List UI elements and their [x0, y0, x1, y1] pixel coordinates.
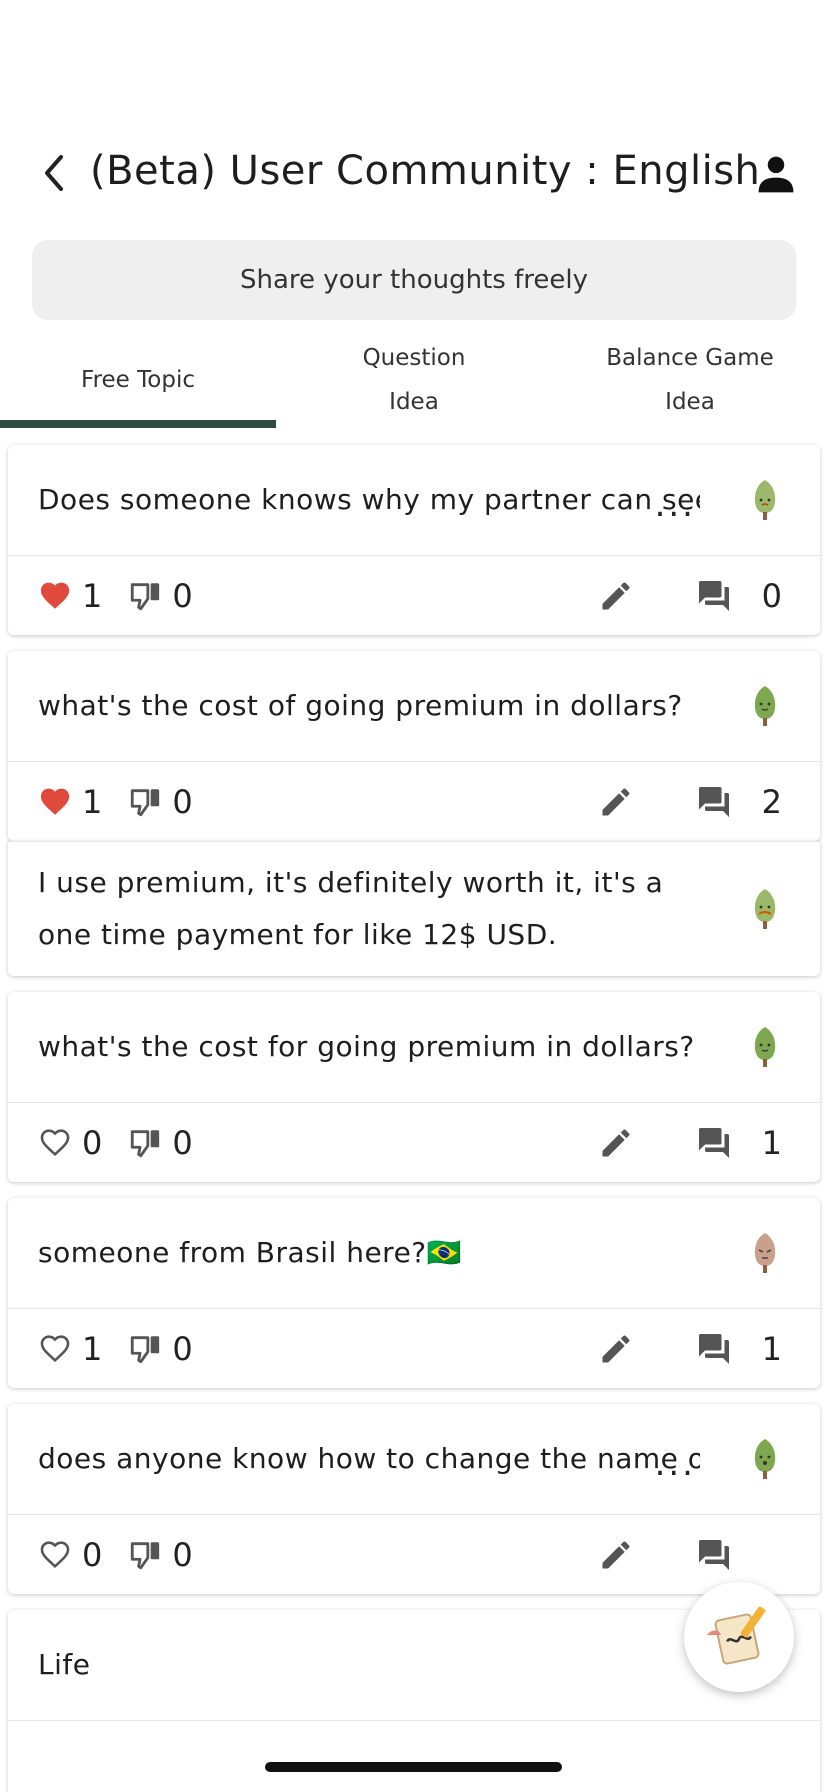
heart-outline-icon [40, 1334, 70, 1362]
like-count: 1 [82, 576, 103, 615]
reply-content[interactable]: I use premium, it's definitely worth it,… [8, 842, 820, 976]
post-ellipsis: ... [654, 485, 696, 525]
write-post-button[interactable] [684, 1582, 794, 1692]
write-note-icon [707, 1606, 766, 1665]
tree-avatar-icon [754, 480, 776, 520]
like-button[interactable]: 1 [38, 577, 102, 615]
post-text: what's the cost for going premium in dol… [38, 1030, 695, 1063]
comment-count: 1 [761, 1124, 782, 1162]
comment-icon[interactable] [696, 1125, 732, 1161]
tab-label: Question Idea [362, 345, 466, 415]
profile-button[interactable] [754, 152, 798, 196]
thumbs-down-icon [131, 582, 160, 610]
thumbs-down-icon [131, 1335, 160, 1363]
post-content[interactable]: what's the cost of going premium in doll… [8, 651, 820, 761]
heart-filled-icon [40, 788, 70, 815]
post-content[interactable]: someone from Brasil here?🇧🇷 [8, 1198, 820, 1308]
tree-avatar-icon [754, 1233, 776, 1273]
edit-pencil-icon[interactable] [598, 578, 634, 614]
post-text: Does someone knows why my partner can se… [38, 483, 700, 516]
comment-count: 0 [761, 577, 782, 615]
tree-avatar-icon [754, 686, 776, 726]
dislike-button[interactable]: 0 [128, 782, 193, 821]
heart-outline-icon [40, 1128, 70, 1156]
edit-pencil-icon[interactable] [598, 1125, 634, 1161]
dislike-button[interactable]: 0 [128, 1535, 193, 1574]
tab-label: Free Topic [81, 367, 195, 393]
heart-filled-icon [40, 582, 70, 609]
dislike-count: 0 [172, 1329, 193, 1368]
comment-icon[interactable] [696, 1537, 732, 1573]
post-actions: 1 0 0 [8, 555, 820, 635]
dislike-count: 0 [172, 782, 193, 821]
share-thoughts-label: Share your thoughts freely [240, 265, 588, 295]
comment-count: 2 [761, 783, 782, 821]
dislike-count: 0 [172, 576, 193, 615]
like-count: 0 [82, 1123, 103, 1162]
post-card[interactable]: Does someone knows why my partner can se… [8, 445, 820, 635]
post-actions [8, 1720, 820, 1792]
tree-avatar-icon [754, 1439, 776, 1479]
edit-pencil-icon[interactable] [598, 784, 634, 820]
dislike-button[interactable]: 0 [128, 1123, 193, 1162]
like-count: 1 [82, 782, 103, 821]
post-card[interactable]: what's the cost for going premium in dol… [8, 992, 820, 1182]
tree-avatar-icon [754, 1027, 776, 1067]
home-indicator [265, 1762, 562, 1772]
tab-free-topic[interactable]: Free Topic [0, 330, 276, 430]
comment-icon[interactable] [696, 784, 732, 820]
post-content[interactable]: what's the cost for going premium in dol… [8, 992, 820, 1102]
like-button[interactable]: 1 [38, 783, 102, 821]
topic-tabs: Free Topic Question Idea Balance Game Id… [0, 330, 828, 430]
post-ellipsis: ... [654, 1444, 696, 1484]
dislike-count: 0 [172, 1535, 193, 1574]
chevron-left-icon [45, 155, 63, 191]
post-content[interactable]: Does someone knows why my partner can se… [8, 445, 820, 555]
edit-pencil-icon[interactable] [598, 1331, 634, 1367]
like-count: 0 [82, 1535, 103, 1574]
like-count: 1 [82, 1329, 103, 1368]
person-icon [758, 156, 794, 193]
post-text: someone from Brasil here?🇧🇷 [38, 1236, 463, 1269]
post-text: Life [38, 1648, 91, 1681]
like-button[interactable]: 0 [38, 1536, 102, 1574]
post-card[interactable]: does anyone know how to change the name … [8, 1404, 820, 1594]
post-card[interactable]: what's the cost of going premium in doll… [8, 651, 820, 841]
dislike-button[interactable]: 0 [128, 1329, 193, 1368]
thumbs-down-icon [131, 788, 160, 816]
thumbs-down-icon [131, 1541, 160, 1569]
back-button[interactable] [36, 150, 72, 196]
app-header: (Beta) User Community : English [0, 130, 828, 220]
post-actions: 1 0 2 [8, 761, 820, 841]
comment-icon[interactable] [696, 578, 732, 614]
post-content[interactable]: does anyone know how to change the name … [8, 1404, 820, 1514]
post-actions: 0 0 [8, 1514, 820, 1594]
post-text: does anyone know how to change the name … [38, 1442, 700, 1475]
dislike-count: 0 [172, 1123, 193, 1162]
comment-icon[interactable] [696, 1331, 732, 1367]
post-feed: Does someone knows why my partner can se… [8, 445, 820, 1792]
thumbs-down-icon [131, 1129, 160, 1157]
tree-avatar-icon [754, 889, 776, 929]
tab-balance-game-idea[interactable]: Balance Game Idea [552, 330, 828, 430]
heart-outline-icon [40, 1540, 70, 1568]
post-actions: 1 0 1 [8, 1308, 820, 1388]
post-text: what's the cost of going premium in doll… [38, 689, 683, 722]
like-button[interactable]: 0 [38, 1124, 102, 1162]
post-card[interactable]: someone from Brasil here?🇧🇷 1 0 1 [8, 1198, 820, 1388]
comment-count: 1 [761, 1330, 782, 1368]
post-actions: 0 0 1 [8, 1102, 820, 1182]
reply-card[interactable]: I use premium, it's definitely worth it,… [8, 841, 820, 976]
page-title: (Beta) User Community : English [90, 148, 761, 194]
edit-pencil-icon[interactable] [598, 1537, 634, 1573]
share-thoughts-input[interactable]: Share your thoughts freely [32, 240, 796, 320]
tab-question-idea[interactable]: Question Idea [276, 330, 552, 430]
dislike-button[interactable]: 0 [128, 576, 193, 615]
reply-text: I use premium, it's definitely worth it,… [38, 866, 664, 951]
like-button[interactable]: 1 [38, 1330, 102, 1368]
tab-label: Balance Game Idea [606, 345, 774, 415]
